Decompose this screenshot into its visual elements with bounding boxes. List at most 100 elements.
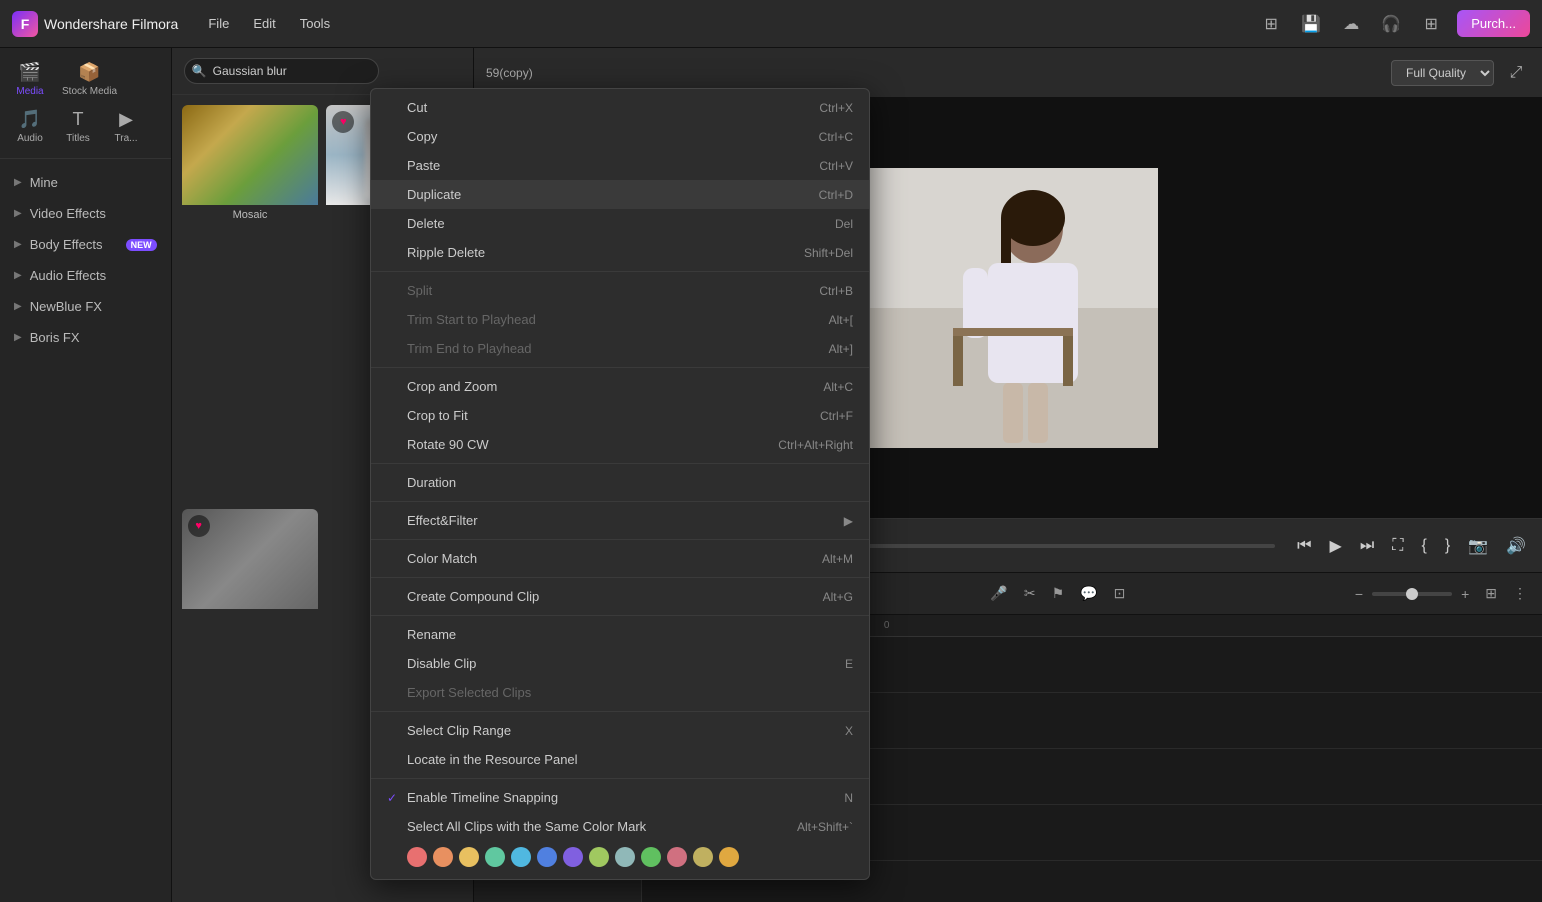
color-swatch-3[interactable] (485, 847, 505, 867)
tl-overlay-icon[interactable]: ⊡ (1109, 581, 1131, 606)
media-item-blur3[interactable]: ♥ (182, 509, 319, 893)
tl-mic-icon[interactable]: 🎤 (985, 581, 1012, 606)
sidebar-item-boris-fx[interactable]: ▶ Boris FX (0, 322, 171, 353)
tl-marker-icon[interactable]: ⚑ (1047, 581, 1070, 606)
menu-file[interactable]: File (198, 10, 239, 37)
ctx-delete[interactable]: Delete Del (371, 209, 869, 238)
color-swatch-0[interactable] (407, 847, 427, 867)
tl-more-icon[interactable]: ⋮ (1508, 581, 1532, 606)
tool-transitions[interactable]: ▶ Tra... (104, 105, 148, 148)
preview-expand-icon[interactable]: ⤢ (1502, 59, 1530, 87)
tool-media[interactable]: 🎬 Media (8, 58, 52, 101)
ctx-rename[interactable]: Rename (371, 620, 869, 649)
grid-icon[interactable]: ⊞ (1417, 10, 1445, 38)
sidebar-item-mine[interactable]: ▶ Mine (0, 167, 171, 198)
quality-select[interactable]: Full Quality 1/2 Quality 1/4 Quality (1391, 60, 1494, 86)
ctx-export-selected-label: Export Selected Clips (407, 685, 531, 700)
ctx-color-match-shortcut: Alt+M (822, 552, 853, 566)
search-input[interactable] (184, 58, 379, 84)
ctx-compound-clip[interactable]: Create Compound Clip Alt+G (371, 582, 869, 611)
ctx-cut[interactable]: Cut Ctrl+X (371, 93, 869, 122)
ctx-locate-resource[interactable]: Locate in the Resource Panel (371, 745, 869, 774)
menu-edit[interactable]: Edit (243, 10, 285, 37)
sidebar-item-audio-effects[interactable]: ▶ Audio Effects (0, 260, 171, 291)
mark-out-icon[interactable]: } (1441, 533, 1454, 559)
top-bar-right: ⊞ 💾 ☁ 🎧 ⊞ Purch... (1257, 10, 1530, 38)
color-swatch-8[interactable] (615, 847, 635, 867)
ctx-ripple-delete[interactable]: Ripple Delete Shift+Del (371, 238, 869, 267)
zoom-out-icon[interactable]: − (1350, 582, 1368, 606)
sidebar-item-label: Mine (30, 175, 157, 190)
color-swatch-12[interactable] (719, 847, 739, 867)
ctx-select-clip-range[interactable]: Select Clip Range X (371, 716, 869, 745)
sidebar-item-newblue-fx[interactable]: ▶ NewBlue FX (0, 291, 171, 322)
zoom-in-icon[interactable]: + (1456, 582, 1474, 606)
ctx-color-match[interactable]: Color Match Alt+M (371, 544, 869, 573)
ctx-color-match-label: Color Match (407, 551, 477, 566)
zoom-track[interactable] (1372, 592, 1452, 596)
volume-icon[interactable]: 🔊 (1502, 532, 1530, 560)
tool-titles[interactable]: T Titles (56, 105, 100, 148)
tool-transitions-label: Tra... (115, 133, 138, 144)
headphones-icon[interactable]: 🎧 (1377, 10, 1405, 38)
color-swatch-2[interactable] (459, 847, 479, 867)
titles-icon: T (73, 109, 84, 130)
search-wrapper: 🔍 (184, 58, 461, 84)
play-button[interactable]: ▶ (1326, 532, 1346, 560)
ctx-copy-label: Copy (407, 129, 437, 144)
color-swatch-5[interactable] (537, 847, 557, 867)
ctx-rotate[interactable]: Rotate 90 CW Ctrl+Alt+Right (371, 430, 869, 459)
zoom-thumb[interactable] (1406, 588, 1418, 600)
color-swatch-11[interactable] (693, 847, 713, 867)
ctx-trim-end-label: Trim End to Playhead (407, 341, 532, 356)
ctx-split-shortcut: Ctrl+B (819, 284, 853, 298)
tl-grid-icon[interactable]: ⊞ (1480, 581, 1502, 606)
cloud-icon[interactable]: ☁ (1337, 10, 1365, 38)
ctx-enable-snapping-label: Enable Timeline Snapping (407, 790, 558, 805)
ctx-export-selected: Export Selected Clips (371, 678, 869, 707)
color-swatch-7[interactable] (589, 847, 609, 867)
sidebar-item-label: Body Effects (30, 237, 118, 252)
color-swatch-10[interactable] (667, 847, 687, 867)
ctx-duplicate-label: Duplicate (407, 187, 461, 202)
ctx-paste[interactable]: Paste Ctrl+V (371, 151, 869, 180)
layout-icon[interactable]: ⊞ (1257, 10, 1285, 38)
tool-audio[interactable]: 🎵 Audio (8, 105, 52, 148)
ctx-select-color-mark[interactable]: Select All Clips with the Same Color Mar… (371, 812, 869, 841)
play-next-icon[interactable]: ⏭ (1356, 533, 1378, 559)
top-bar: F Wondershare Filmora File Edit Tools ⊞ … (0, 0, 1542, 48)
ctx-crop-zoom[interactable]: Crop and Zoom Alt+C (371, 372, 869, 401)
ctx-duplicate[interactable]: Duplicate Ctrl+D (371, 180, 869, 209)
ctx-copy[interactable]: Copy Ctrl+C (371, 122, 869, 151)
sidebar-item-body-effects[interactable]: ▶ Body Effects NEW (0, 229, 171, 260)
ctx-effect-filter[interactable]: Effect&Filter ▶ (371, 506, 869, 535)
color-swatch-4[interactable] (511, 847, 531, 867)
zoom-slider: − + (1350, 582, 1474, 606)
purchase-button[interactable]: Purch... (1457, 10, 1530, 37)
tl-captions-icon[interactable]: 💬 (1075, 581, 1102, 606)
play-icon[interactable]: ⏮ (1293, 533, 1315, 559)
color-swatch-9[interactable] (641, 847, 661, 867)
ctx-disable-clip[interactable]: Disable Clip E (371, 649, 869, 678)
chevron-icon: ▶ (14, 270, 22, 281)
ctx-duration[interactable]: Duration (371, 468, 869, 497)
ctx-trim-start-label: Trim Start to Playhead (407, 312, 536, 327)
color-swatch-1[interactable] (433, 847, 453, 867)
ctx-separator-8 (371, 711, 869, 712)
left-panel: 🎬 Media 📦 Stock Media 🎵 Audio T Titles ▶… (0, 48, 172, 902)
ctx-enable-snapping[interactable]: ✓ Enable Timeline Snapping N (371, 783, 869, 812)
ctx-crop-fit[interactable]: Crop to Fit Ctrl+F (371, 401, 869, 430)
menu-tools[interactable]: Tools (290, 10, 340, 37)
snapshot-icon[interactable]: 📷 (1464, 532, 1492, 560)
mark-in-icon[interactable]: { (1417, 533, 1430, 559)
fullscreen-icon[interactable]: ⛶ (1388, 533, 1407, 559)
save-icon[interactable]: 💾 (1297, 10, 1325, 38)
color-swatch-6[interactable] (563, 847, 583, 867)
tool-stock[interactable]: 📦 Stock Media (56, 58, 123, 101)
sidebar-item-video-effects[interactable]: ▶ Video Effects (0, 198, 171, 229)
side-nav: ▶ Mine ▶ Video Effects ▶ Body Effects NE… (0, 159, 171, 902)
ctx-separator-3 (371, 463, 869, 464)
ctx-select-color-mark-label: Select All Clips with the Same Color Mar… (407, 819, 646, 834)
tl-trim-icon[interactable]: ✂ (1019, 581, 1041, 606)
media-item-mosaic[interactable]: Mosaic (182, 105, 319, 501)
